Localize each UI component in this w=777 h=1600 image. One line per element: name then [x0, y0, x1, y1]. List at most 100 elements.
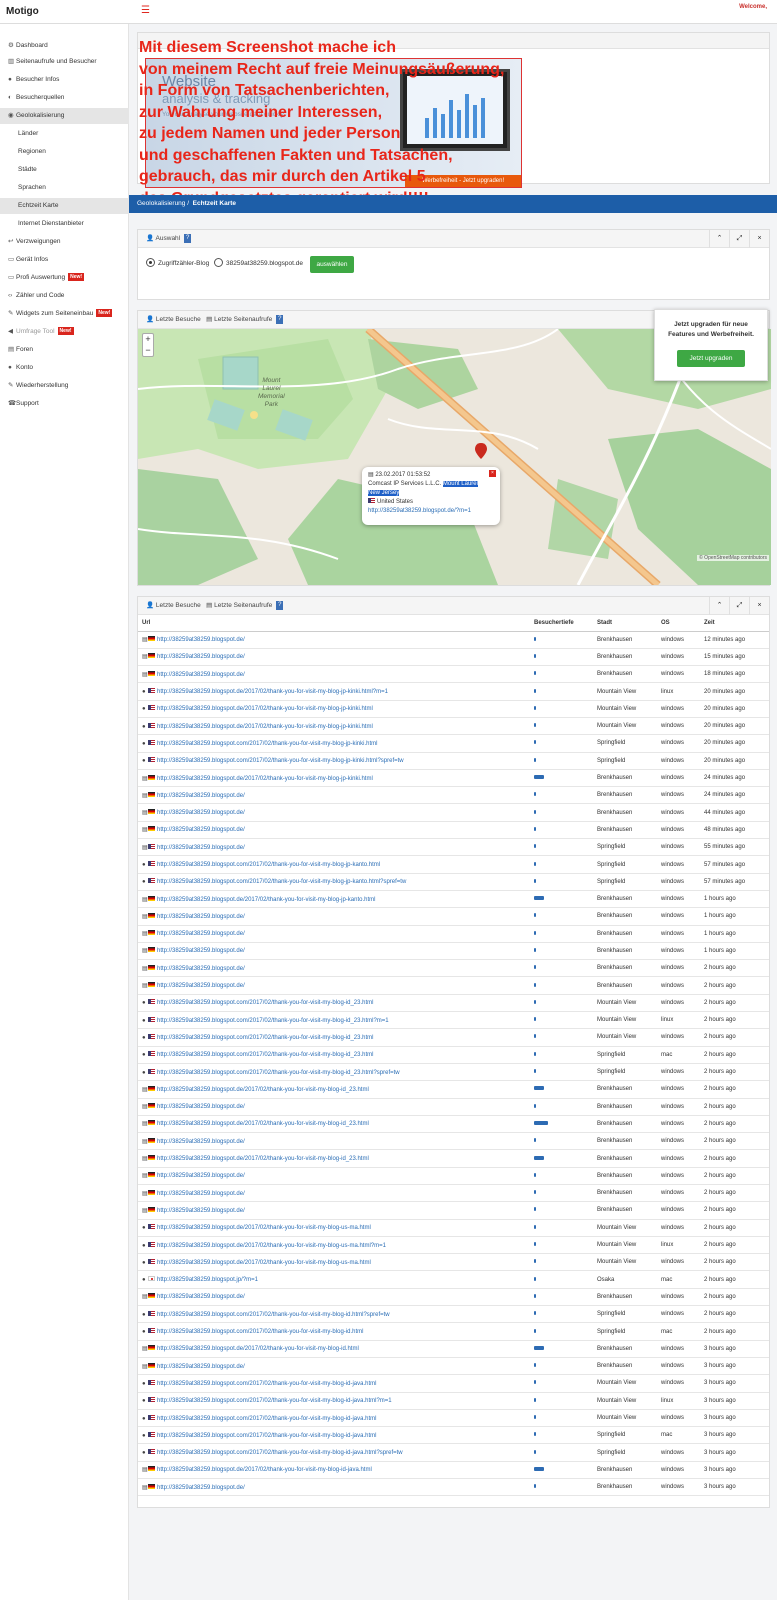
url-link[interactable]: http://38259at38259.blogspot.de/: [157, 1191, 245, 1197]
url-link[interactable]: http://38259at38259.blogspot.de/: [157, 1104, 245, 1110]
url-link[interactable]: http://38259at38259.blogspot.de/2017/02/…: [157, 897, 375, 903]
url-link[interactable]: http://38259at38259.blogspot.de/: [157, 1173, 245, 1179]
collapse-icon[interactable]: ⌃: [709, 230, 729, 248]
sidebar-item-0[interactable]: ⚙ Dashboard: [0, 38, 129, 54]
url-link[interactable]: http://38259at38259.blogspot.de/2017/02/…: [157, 1156, 369, 1162]
sidebar-item-13[interactable]: ▭ Profi Auswertung New!: [0, 270, 129, 286]
url-link[interactable]: http://38259at38259.blogspot.com/2017/02…: [157, 1398, 392, 1404]
url-link[interactable]: http://38259at38259.blogspot.de/: [157, 1208, 245, 1214]
url-link[interactable]: http://38259at38259.blogspot.de/: [157, 1485, 245, 1491]
sidebar-item-5[interactable]: Länder: [0, 126, 129, 142]
url-link[interactable]: http://38259at38259.blogspot.de/: [157, 948, 245, 954]
sidebar-item-6[interactable]: Regionen: [0, 144, 129, 160]
help-icon[interactable]: ?: [184, 234, 192, 243]
url-link[interactable]: http://38259at38259.blogspot.de/: [157, 810, 245, 816]
url-link[interactable]: http://38259at38259.blogspot.com/2017/02…: [157, 1329, 363, 1335]
url-link[interactable]: http://38259at38259.blogspot.com/2017/02…: [157, 1018, 389, 1024]
sidebar-item-12[interactable]: ▭ Gerät Infos: [0, 252, 129, 268]
url-link[interactable]: http://38259at38259.blogspot.de/: [157, 914, 245, 920]
url-link[interactable]: http://38259at38259.blogspot.com/2017/02…: [157, 1433, 376, 1439]
radio-checked-icon[interactable]: [146, 258, 155, 267]
url-link[interactable]: http://38259at38259.blogspot.com/2017/02…: [157, 1312, 390, 1318]
url-link[interactable]: http://38259at38259.blogspot.de/: [157, 966, 245, 972]
sidebar-item-11[interactable]: ↩ Verzweigungen: [0, 234, 129, 250]
tab-recent-pageviews[interactable]: Letzte Seitenaufrufe: [214, 316, 272, 323]
welcome-text[interactable]: Welcome,: [739, 4, 767, 10]
url-link[interactable]: http://38259at38259.blogspot.de/: [157, 637, 245, 643]
sidebar-item-17[interactable]: ▤ Foren: [0, 342, 129, 358]
sidebar-item-14[interactable]: ‹› Zähler und Code: [0, 288, 129, 304]
url-link[interactable]: http://38259at38259.blogspot.de/: [157, 654, 245, 660]
sidebar-item-9[interactable]: Echtzeit Karte: [0, 198, 129, 214]
url-link[interactable]: http://38259at38259.blogspot.com/2017/02…: [157, 1450, 403, 1456]
sidebar-item-19[interactable]: ✎ Wiederherstellung: [0, 378, 129, 394]
logo[interactable]: Motigo: [6, 6, 39, 17]
url-link[interactable]: http://38259at38259.blogspot.com/2017/02…: [157, 1070, 400, 1076]
map-attribution[interactable]: © OpenStreetMap contributors: [697, 555, 769, 561]
url-link[interactable]: http://38259at38259.blogspot.de/: [157, 845, 245, 851]
popup-url-link[interactable]: http://38259at38259.blogspot.de/?m=1: [368, 508, 471, 514]
zoom-in-button[interactable]: +: [143, 334, 153, 345]
tab-recent-visits[interactable]: Letzte Besuche: [156, 602, 201, 609]
url-link[interactable]: http://38259at38259.blogspot.com/2017/02…: [157, 741, 377, 747]
url-link[interactable]: http://38259at38259.blogspot.com/2017/02…: [157, 1381, 376, 1387]
help-icon[interactable]: ?: [276, 601, 284, 610]
sidebar-item-4[interactable]: ◉ Geolokalisierung: [0, 108, 129, 124]
url-link[interactable]: http://38259at38259.blogspot.de/2017/02/…: [157, 1346, 359, 1352]
sidebar-item-7[interactable]: Städte: [0, 162, 129, 178]
url-link[interactable]: http://38259at38259.blogspot.de/: [157, 672, 245, 678]
sidebar-item-16[interactable]: ◀ Umfrage Tool New!: [0, 324, 129, 340]
url-link[interactable]: http://38259at38259.blogspot.jp/?m=1: [157, 1277, 258, 1283]
url-link[interactable]: http://38259at38259.blogspot.com/2017/02…: [157, 1035, 373, 1041]
url-link[interactable]: http://38259at38259.blogspot.de/2017/02/…: [157, 1087, 369, 1093]
zoom-out-button[interactable]: −: [143, 345, 153, 356]
url-link[interactable]: http://38259at38259.blogspot.com/2017/02…: [157, 879, 406, 885]
url-link[interactable]: http://38259at38259.blogspot.de/2017/02/…: [157, 1225, 371, 1231]
url-link[interactable]: http://38259at38259.blogspot.de/2017/02/…: [157, 1243, 386, 1249]
sidebar-item-15[interactable]: ✎ Widgets zum Seiteneinbau New!: [0, 306, 129, 322]
url-link[interactable]: http://38259at38259.blogspot.de/2017/02/…: [157, 776, 373, 782]
url-link[interactable]: http://38259at38259.blogspot.de/2017/02/…: [157, 1260, 371, 1266]
popup-close-icon[interactable]: ×: [489, 470, 496, 477]
radio-icon[interactable]: [214, 258, 223, 267]
url-link[interactable]: http://38259at38259.blogspot.de/: [157, 827, 245, 833]
url-link[interactable]: http://38259at38259.blogspot.de/: [157, 1294, 245, 1300]
url-link[interactable]: http://38259at38259.blogspot.com/2017/02…: [157, 1052, 373, 1058]
url-link[interactable]: http://38259at38259.blogspot.de/2017/02/…: [157, 689, 388, 695]
url-link[interactable]: http://38259at38259.blogspot.de/: [157, 983, 245, 989]
url-link[interactable]: http://38259at38259.blogspot.de/: [157, 1364, 245, 1370]
url-link[interactable]: http://38259at38259.blogspot.de/2017/02/…: [157, 1467, 372, 1473]
url-link[interactable]: http://38259at38259.blogspot.com/2017/02…: [157, 758, 404, 764]
sidebar-item-3[interactable]: ◐ Besucherquellen: [0, 90, 129, 106]
help-icon[interactable]: ?: [276, 315, 284, 324]
option-2[interactable]: 38259at38259.blogspot.de: [214, 258, 303, 267]
url-link[interactable]: http://38259at38259.blogspot.de/: [157, 1139, 245, 1145]
url-link[interactable]: http://38259at38259.blogspot.com/2017/02…: [157, 862, 380, 868]
url-link[interactable]: http://38259at38259.blogspot.de/2017/02/…: [157, 724, 373, 730]
url-link[interactable]: http://38259at38259.blogspot.de/: [157, 793, 245, 799]
expand-icon[interactable]: ⤢: [729, 597, 749, 615]
url-link[interactable]: http://38259at38259.blogspot.com/2017/02…: [157, 1000, 373, 1006]
url-link[interactable]: http://38259at38259.blogspot.com/2017/02…: [157, 1416, 376, 1422]
collapse-icon[interactable]: ⌃: [709, 597, 729, 615]
sidebar-item-1[interactable]: ▥ Seitenaufrufe und Besucher: [0, 54, 129, 70]
sidebar-item-18[interactable]: ● Konto: [0, 360, 129, 376]
url-link[interactable]: http://38259at38259.blogspot.de/: [157, 931, 245, 937]
sidebar-item-8[interactable]: Sprachen: [0, 180, 129, 196]
sidebar-item-20[interactable]: ☎Support: [0, 396, 129, 412]
select-button[interactable]: auswählen: [310, 256, 354, 273]
sidebar-item-2[interactable]: ● Besucher Infos: [0, 72, 129, 88]
option-1[interactable]: Zugriffzähler-Blog: [146, 258, 209, 267]
tab-recent-visits[interactable]: Letzte Besuche: [156, 316, 201, 323]
close-icon[interactable]: ×: [749, 597, 769, 615]
menu-toggle-icon[interactable]: ☰: [141, 5, 150, 16]
sidebar-item-10[interactable]: Internet Dienstanbieter: [0, 216, 129, 232]
expand-icon[interactable]: ⤢: [729, 230, 749, 248]
close-icon[interactable]: ×: [749, 230, 769, 248]
url-link[interactable]: http://38259at38259.blogspot.de/2017/02/…: [157, 1121, 369, 1127]
url-link[interactable]: http://38259at38259.blogspot.de/2017/02/…: [157, 706, 373, 712]
tab-recent-pageviews[interactable]: Letzte Seitenaufrufe: [214, 602, 272, 609]
breadcrumb-parent[interactable]: Geolokalisierung: [137, 200, 185, 207]
upgrade-button[interactable]: Jetzt upgraden: [677, 350, 745, 367]
time-cell: 3 hours ago: [700, 1426, 769, 1445]
